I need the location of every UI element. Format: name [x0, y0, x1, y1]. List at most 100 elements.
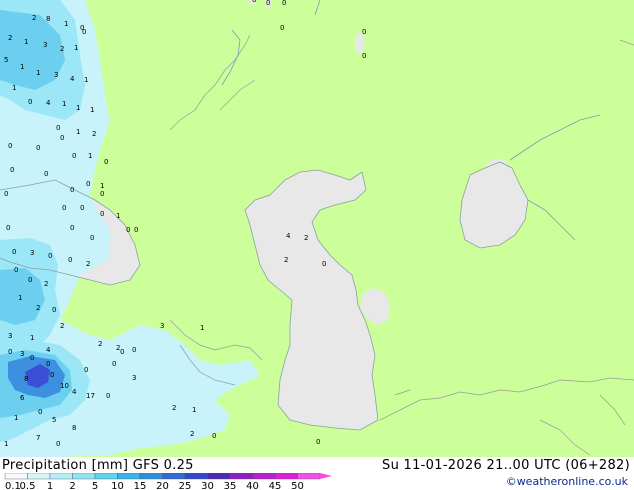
legend-tick-label: 0.5 [20, 481, 36, 490]
precip-value-label: 17 [86, 392, 95, 400]
precip-value-label: 1 [30, 334, 34, 342]
precip-value-label: 0 [112, 360, 116, 368]
precip-value-label: 6 [20, 394, 25, 402]
precip-value-label: 1 [76, 128, 80, 136]
precip-value-label: 1 [62, 100, 66, 108]
precip-value-label: 0 [100, 210, 104, 218]
precip-value-label: 2 [86, 260, 90, 268]
precip-value-label: 0 [70, 224, 74, 232]
precip-value-label: 5 [52, 416, 56, 424]
precip-value-label: 8 [46, 15, 50, 23]
precip-value-label: 2 [92, 130, 96, 138]
legend-swatch [297, 473, 321, 480]
precip-value-label: 0 [56, 440, 60, 448]
precip-value-label: 0 [316, 438, 320, 446]
legend-tick-label: 15 [134, 481, 147, 490]
precip-value-label: 0 [10, 166, 14, 174]
precip-value-label: 2 [172, 404, 176, 412]
precip-value-label: 0 [6, 224, 10, 232]
legend-swatch [252, 473, 276, 480]
precip-value-label: 4 [46, 99, 51, 107]
legend-tick-label: 50 [291, 481, 304, 490]
precip-value-label: 2 [8, 34, 12, 42]
precip-value-label: 3 [20, 350, 24, 358]
legend-tick-label: 25 [179, 481, 192, 490]
legend-tick-label: 1 [47, 481, 53, 490]
precip-value-label: 1 [100, 182, 104, 190]
legend-swatch [229, 473, 253, 480]
legend-tick-label: 2 [69, 481, 75, 490]
credit-link[interactable]: ©weatheronline.co.uk [506, 475, 628, 488]
precip-value-label: 0 [68, 256, 72, 264]
precip-value-label: 0 [322, 260, 326, 268]
precip-value-label: 0 [60, 134, 64, 142]
precip-value-label: 0 [28, 98, 32, 106]
legend-tick-label: 40 [246, 481, 259, 490]
precip-value-label: 0 [134, 226, 138, 234]
precip-value-label: 4 [72, 388, 77, 396]
precip-value-label: 1 [18, 294, 22, 302]
color-legend: 0.10.5 1 2 5 10 15 20 25 30 35 40 45 50 [4, 473, 332, 490]
legend-tick-label: 5 [92, 481, 98, 490]
legend-swatch [184, 473, 208, 480]
precip-value-label: 2 [36, 304, 40, 312]
precip-value-label: 3 [54, 71, 58, 79]
precip-value-label: 2 [60, 322, 64, 330]
precip-value-label: 3 [160, 322, 164, 330]
precip-value-label: 0 [106, 392, 110, 400]
precip-value-label: 0 [38, 408, 42, 416]
precip-value-label: 1 [14, 414, 18, 422]
precip-value-label: 4 [286, 232, 291, 240]
precip-value-label: 1 [20, 63, 24, 71]
precip-value-label: 3 [132, 374, 136, 382]
precip-value-label: 0 [70, 186, 74, 194]
legend-tick-label: 45 [269, 481, 282, 490]
precip-value-label: 1 [88, 152, 92, 160]
map-title: Precipitation [mm] GFS 0.25 [2, 458, 194, 473]
precip-value-label: 3 [43, 41, 47, 49]
precip-value-label: 4 [46, 346, 51, 354]
precip-value-label: 1 [116, 212, 120, 220]
precip-value-label: 2 [190, 430, 194, 438]
precip-value-label: 1 [76, 104, 80, 112]
precip-value-label: 1 [192, 406, 196, 414]
legend-swatch [27, 473, 51, 480]
precip-value-label: 0 [362, 52, 366, 60]
legend-swatch [139, 473, 163, 480]
precip-value-label: 0 [120, 348, 124, 356]
precip-value-label: 0 [36, 144, 40, 152]
precip-value-label: 0 [46, 360, 50, 368]
run-info: Su 11-01-2026 21..00 UTC (06+282) [382, 458, 630, 473]
legend-tick-label: 10 [111, 481, 124, 490]
precip-value-label: 2 [32, 14, 36, 22]
precip-value-label: 10 [60, 382, 69, 390]
precip-value-label: 0 [12, 248, 16, 256]
precip-value-label: 1 [84, 76, 88, 84]
precip-value-label: 2 [284, 256, 288, 264]
precip-value-label: 1 [24, 38, 28, 46]
precip-value-label: 0 [126, 226, 130, 234]
precip-value-label: 4 [70, 75, 75, 83]
precip-value-label: 0 [52, 306, 56, 314]
precip-value-label: 0 [56, 124, 60, 132]
precip-value-label: 8 [24, 375, 28, 383]
legend-swatch [49, 473, 73, 480]
precip-value-label: 0 [362, 28, 366, 36]
precip-value-label: 1 [74, 44, 78, 52]
precip-value-label: 0 [132, 346, 136, 354]
legend-tick-label: 20 [156, 481, 169, 490]
precip-value-label: 0 [50, 371, 54, 379]
precip-value-label: 0 [30, 354, 34, 362]
precip-value-label: 0 [104, 158, 108, 166]
precip-value-label: 1 [90, 106, 94, 114]
precip-value-label: 3 [30, 249, 34, 257]
precip-value-label: 8 [72, 424, 76, 432]
precip-value-label: 2 [44, 280, 48, 288]
legend-tick-label: 35 [224, 481, 237, 490]
precip-value-label: 0 [8, 142, 12, 150]
weather-map: 2 81 02 1 3 2 10511 3 4 110 4 1 1 10 1 20 00 100 00 1000 00 1… [0, 0, 634, 457]
precip-value-label: 3 [8, 332, 12, 340]
precip-value-label: 1 [4, 440, 8, 448]
precip-value-label: 0 [72, 152, 76, 160]
precip-value-label: 0 [90, 234, 94, 242]
